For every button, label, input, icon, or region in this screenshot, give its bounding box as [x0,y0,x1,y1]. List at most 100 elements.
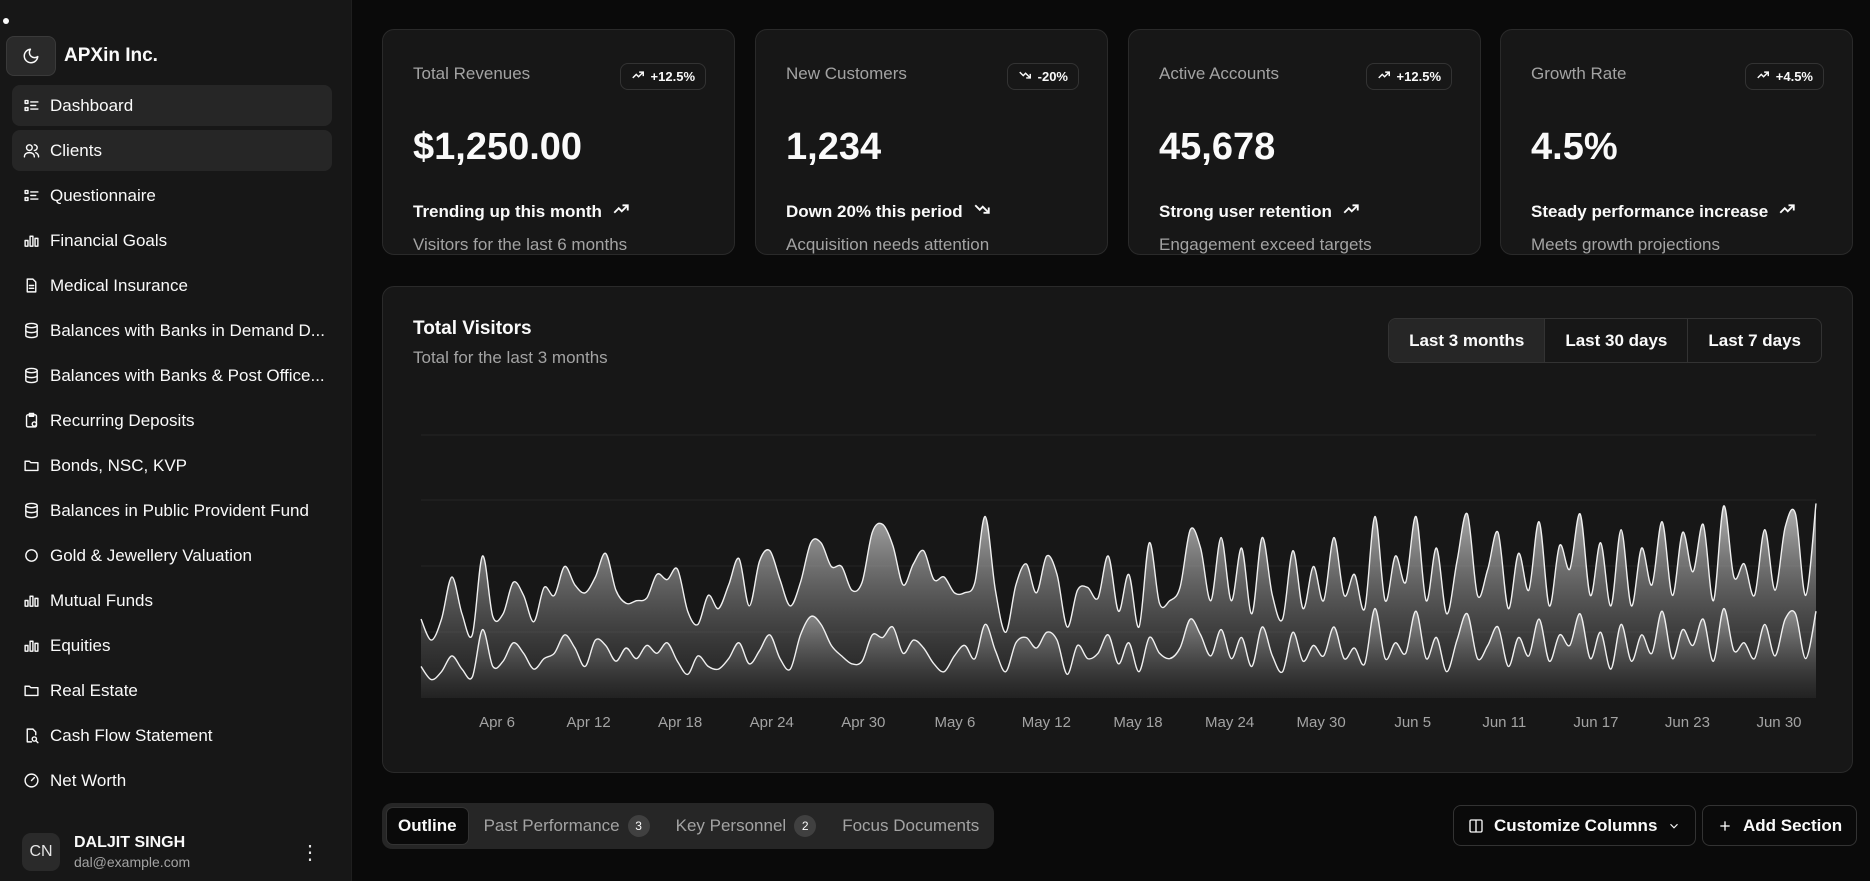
x-tick-label: Jun 30 [1756,714,1801,731]
stat-card: Growth Rate +4.5% 4.5% Steady performance i… [1500,29,1853,255]
x-tick-label: Jun 11 [1482,714,1526,731]
stat-value: 1,234 [786,126,882,168]
trending-down-icon [973,200,991,223]
sidebar: APXin Inc. Dashboard Clients Questionnaire… [0,0,352,881]
sidebar-item-balances-with-banks-post-office[interactable]: Balances with Banks & Post Office... [12,355,332,396]
stat-description: Visitors for the last 6 months [413,235,628,254]
stat-footer: Down 20% this period [786,200,991,223]
plus-icon [1720,820,1730,831]
sidebar-item-real-estate[interactable]: Real Estate [12,670,332,711]
stat-card: New Customers -20% 1,234 Down 20% this peri… [755,29,1108,255]
x-tick-label: May 6 [934,714,975,731]
stat-card: Total Revenues +12.5% $1,250.00 Trending up… [382,29,735,255]
stat-footer-text: Trending up this month [413,201,602,221]
stat-title: New Customers [786,64,907,83]
chevron-down-icon [1670,823,1679,829]
stat-value: 4.5% [1531,126,1618,168]
x-tick-label: May 30 [1296,714,1345,731]
circle-icon [22,547,40,565]
bar-chart-icon [22,232,40,250]
sidebar-item-balances-with-banks-in-demand-d[interactable]: Balances with Banks in Demand D... [12,310,332,351]
trend-badge-value: +12.5% [1396,69,1441,84]
user-name: DALJIT SINGH [74,834,186,851]
tab-focus-documents[interactable]: Focus Documents [831,807,990,845]
stat-title: Growth Rate [1531,64,1627,83]
stat-title: Total Revenues [413,64,531,83]
trend-badge-value: +4.5% [1775,69,1813,84]
sidebar-item-balances-in-public-provident-fund[interactable]: Balances in Public Provident Fund [12,490,332,531]
stat-title: Active Accounts [1159,64,1280,83]
x-tick-label: Apr 24 [750,714,794,731]
x-tick-label: May 12 [1022,714,1071,731]
trend-badge-value: -20% [1037,69,1068,84]
avatar: CN [22,833,60,871]
bar-chart-icon [22,637,40,655]
trending-down-icon [1018,68,1032,85]
sidebar-item-label: Equities [50,635,111,655]
tab-focus-documents-label: Focus Documents [842,816,980,835]
sidebar-item-label: Real Estate [50,680,138,700]
stat-description: Engagement exceed targets [1159,235,1372,254]
sidebar-item-label: Medical Insurance [50,275,188,295]
brand: APXin Inc. [6,36,158,76]
trending-up-icon [631,68,645,85]
more-vertical-icon[interactable]: ⋮ [300,840,320,865]
tab-past-performance-label: Past Performance [483,816,620,835]
trend-badge: +12.5% [1365,63,1452,90]
stat-footer-text: Steady performance increase [1531,201,1769,221]
tab-outline[interactable]: Outline [386,807,469,845]
customize-columns-button[interactable]: Customize Columns [1453,805,1697,846]
x-tick-label: Apr 18 [658,714,702,731]
tab-key-personnel[interactable]: Key Personnel 2 [665,807,828,845]
sidebar-item-gold-jewellery-valuation[interactable]: Gold & Jewellery Valuation [12,535,332,576]
stat-description: Acquisition needs attention [786,235,990,254]
sidebar-nav: Dashboard Clients Questionnaire Financial G… [12,85,332,805]
sidebar-item-label: Recurring Deposits [50,410,195,430]
brand-name: APXin Inc. [64,45,158,66]
sidebar-item-medical-insurance[interactable]: Medical Insurance [12,265,332,306]
sidebar-item-label: Balances in Public Provident Fund [50,500,309,520]
sidebar-item-equities[interactable]: Equities [12,625,332,666]
trending-up-icon [1756,68,1770,85]
user-profile[interactable]: CN DALJIT SINGH dal@example.com ⋮ [22,830,332,874]
add-section-button[interactable]: Add Section [1702,805,1858,846]
x-tick-label: Jun 23 [1665,714,1710,731]
folder-icon [22,457,40,475]
sidebar-item-mutual-funds[interactable]: Mutual Funds [12,580,332,621]
sidebar-item-clients[interactable]: Clients [12,130,332,171]
sidebar-item-recurring-deposits[interactable]: Recurring Deposits [12,400,332,441]
sidebar-item-bonds-nsc-kvp[interactable]: Bonds, NSC, KVP [12,445,332,486]
tab-outline-label: Outline [398,816,457,835]
x-tick-label: Apr 30 [841,714,885,731]
database-icon [22,367,40,385]
stat-value: 45,678 [1159,126,1276,168]
sidebar-item-questionnaire[interactable]: Questionnaire [12,175,332,216]
sidebar-item-net-worth[interactable]: Net Worth [12,760,332,801]
stat-footer-text: Down 20% this period [786,201,963,221]
stat-footer: Strong user retention [1159,200,1360,223]
theme-toggle-button[interactable] [6,36,56,76]
stat-footer: Steady performance increase [1531,200,1796,223]
sidebar-item-cash-flow-statement[interactable]: Cash Flow Statement [12,715,332,756]
x-tick-label: Apr 6 [479,714,515,731]
list-icon [22,187,40,205]
user-email: dal@example.com [74,854,191,870]
sidebar-item-label: Questionnaire [50,185,156,205]
file-search-icon [22,727,40,745]
visitors-area-chart: Apr 6 Apr 12 Apr 18 Apr 24 Apr 30 May 6 May 12… [420,434,1817,731]
list-icon [22,97,40,115]
sidebar-item-dashboard[interactable]: Dashboard [12,85,332,126]
user-info: DALJIT SINGH dal@example.com [74,834,190,870]
stat-value: $1,250.00 [413,126,583,168]
trending-up-icon [1778,200,1796,223]
x-tick-label: May 24 [1205,714,1254,731]
clipboard-icon [22,412,40,430]
gauge-icon [22,772,40,790]
tab-count-badge: 3 [627,815,650,837]
moon-icon [23,48,39,64]
tab-past-performance[interactable]: Past Performance 3 [473,807,661,845]
sidebar-item-financial-goals[interactable]: Financial Goals [12,220,332,261]
stat-card: Active Accounts +12.5% 45,678 Strong user r… [1128,29,1481,255]
database-icon [22,322,40,340]
x-tick-label: Apr 12 [566,714,610,731]
